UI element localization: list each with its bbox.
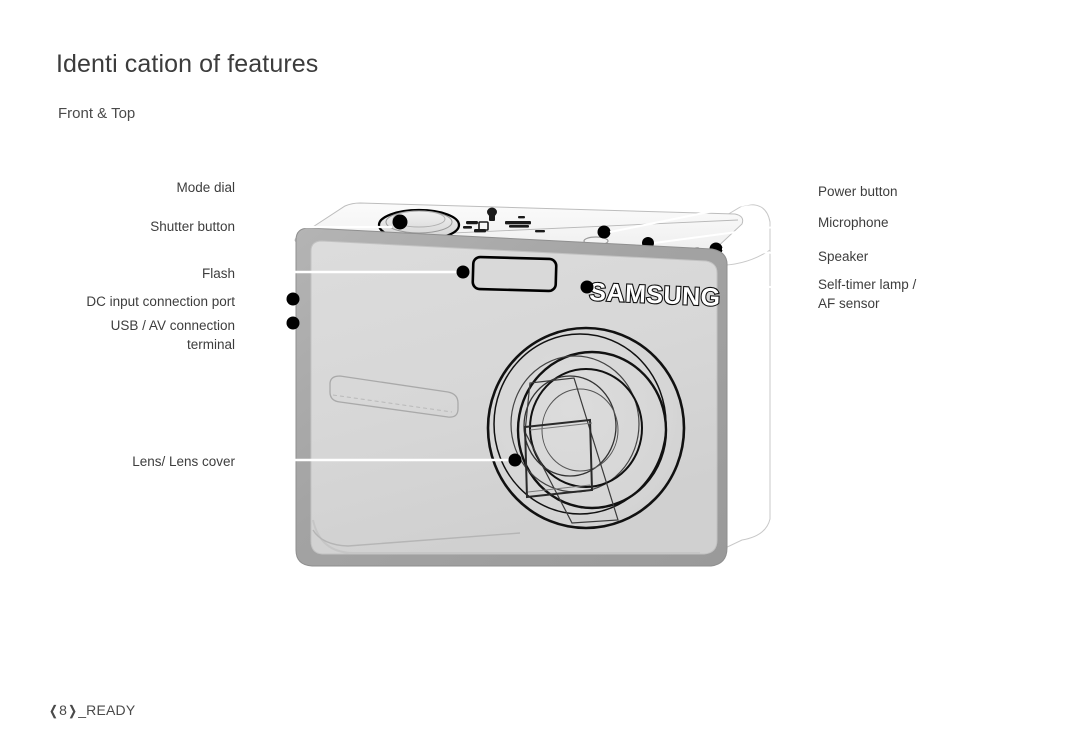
section-subtitle: Front & Top — [58, 105, 136, 122]
camera-side-profile-ghost — [699, 204, 771, 561]
page-footer: ❬8❭_READY — [48, 702, 135, 719]
svg-text:SAMSUNG: SAMSUNG — [589, 278, 721, 312]
mode-dial-graphic — [377, 208, 461, 242]
callout-label-dc-input-port: DC input connection port — [86, 294, 235, 309]
callout-label-lens-lens-cover: Lens/ Lens cover — [132, 454, 235, 469]
callout-label-microphone: Microphone — [818, 215, 889, 230]
samsung-logo: SAMSUNG — [588, 277, 723, 313]
microphone-graphic — [634, 237, 660, 251]
camera-top-surface — [294, 202, 744, 256]
flash-graphic — [471, 255, 558, 293]
callout-label-self-timer-af: Self-timer lamp / AF sensor — [818, 277, 917, 311]
microphone-marker — [642, 237, 654, 249]
callout-leader-lines — [247, 186, 813, 462]
flash-marker — [456, 265, 470, 279]
callout-markers — [286, 265, 594, 467]
callout-label-flash: Flash — [201, 266, 235, 281]
callout-label-shutter-button: Shutter button — [150, 219, 235, 234]
callout-label-mode-dial: Mode dial — [176, 180, 235, 195]
speaker-graphic — [691, 242, 723, 256]
camera-body — [295, 227, 728, 567]
usb-av-terminal-marker — [286, 316, 300, 330]
document-page: Identi cation of features Front & Top SA… — [0, 0, 1080, 746]
callout-label-usb-av-terminal: USB / AV connection terminal — [110, 318, 235, 352]
callout-label-speaker: Speaker — [818, 249, 869, 264]
callout-label-power-button: Power button — [818, 184, 898, 199]
footer-close-bracket: ❭ — [67, 703, 79, 718]
self-timer-af-marker — [580, 280, 594, 294]
lens-marker — [508, 453, 522, 467]
dc-input-port-marker — [286, 292, 300, 306]
shutter-button-marker — [392, 214, 408, 230]
footer-open-bracket: ❬ — [48, 703, 60, 718]
footer-page-number: 8 — [59, 702, 68, 718]
mode-dial-icons — [463, 207, 545, 233]
page-title: Identi cation of features — [56, 50, 319, 78]
camera-illustration: SAMSUNG — [247, 186, 813, 567]
footer-status: _READY — [78, 702, 136, 718]
power-button-marker — [597, 225, 611, 239]
power-button-graphic — [583, 225, 611, 246]
speaker-marker — [709, 242, 723, 256]
lens-graphic — [486, 326, 686, 530]
